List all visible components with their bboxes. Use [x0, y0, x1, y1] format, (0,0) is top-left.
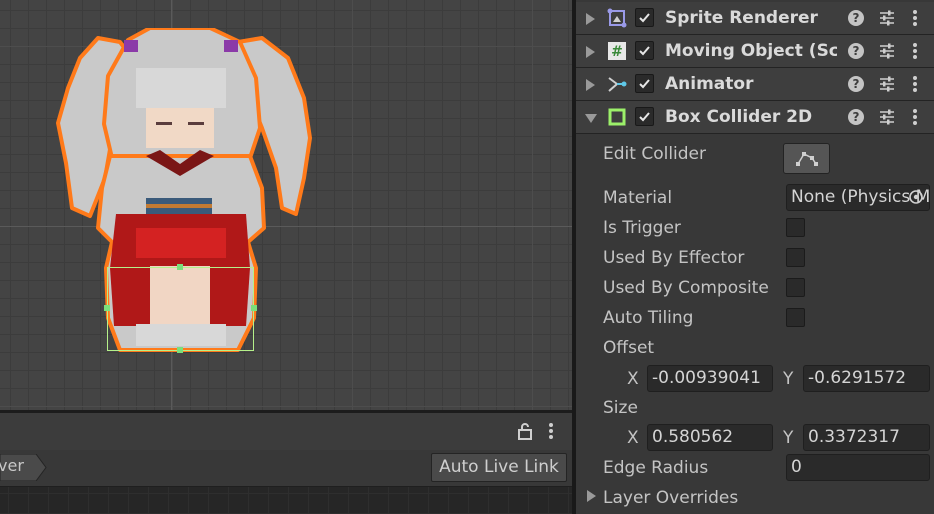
- component-title: Moving Object (Script): [665, 41, 837, 61]
- more-options-icon[interactable]: [910, 75, 920, 93]
- foldout-arrow-icon[interactable]: [585, 114, 597, 123]
- component-enabled-toggle[interactable]: [635, 41, 654, 60]
- more-options-icon[interactable]: [910, 9, 920, 27]
- size-y-field[interactable]: 0.3372317: [803, 424, 930, 451]
- used-by-composite-label: Used By Composite: [603, 278, 769, 298]
- component-header-sprite-renderer[interactable]: Sprite Renderer ?: [576, 2, 934, 35]
- offset-y-field[interactable]: -0.6291572: [803, 365, 930, 392]
- size-x-label[interactable]: X: [627, 428, 639, 448]
- component-title: Animator: [665, 74, 754, 94]
- material-label: Material: [603, 188, 673, 208]
- collider-handle-left[interactable]: [104, 305, 110, 311]
- presets-sliders-icon[interactable]: [878, 9, 896, 27]
- animator-panel: ver Auto Live Link: [0, 410, 572, 514]
- is-trigger-label: Is Trigger: [603, 218, 681, 238]
- layer-overrides-foldout-icon[interactable]: [587, 490, 596, 502]
- breadcrumb-layer-label[interactable]: ver: [0, 456, 24, 475]
- auto-tiling-checkbox[interactable]: [786, 308, 805, 327]
- collider-handle-bottom[interactable]: [177, 347, 183, 353]
- size-label: Size: [603, 398, 638, 418]
- inspector-panel: Sprite Renderer ? # Moving Object (Scrip…: [576, 0, 934, 514]
- size-x-field[interactable]: 0.580562: [647, 424, 773, 451]
- edit-collider-label: Edit Collider: [603, 144, 707, 164]
- presets-sliders-icon[interactable]: [878, 108, 896, 126]
- used-by-effector-checkbox[interactable]: [786, 248, 805, 267]
- collider-handle-top[interactable]: [177, 264, 183, 270]
- edit-collider-button[interactable]: [783, 143, 830, 174]
- animator-icon: [608, 77, 627, 92]
- foldout-arrow-icon[interactable]: [586, 46, 595, 58]
- layer-overrides-label[interactable]: Layer Overrides: [603, 488, 738, 508]
- component-title: Box Collider 2D: [665, 107, 813, 127]
- animator-toolbar: ver Auto Live Link: [0, 450, 572, 487]
- help-icon[interactable]: ?: [848, 76, 864, 92]
- help-icon[interactable]: ?: [848, 10, 864, 26]
- used-by-composite-checkbox[interactable]: [786, 278, 805, 297]
- lock-icon[interactable]: [517, 422, 533, 440]
- help-icon[interactable]: ?: [848, 109, 864, 125]
- component-enabled-toggle[interactable]: [635, 74, 654, 93]
- presets-sliders-icon[interactable]: [878, 75, 896, 93]
- scene-view[interactable]: [0, 0, 572, 410]
- offset-label: Offset: [603, 338, 655, 358]
- collider-handle-right[interactable]: [251, 305, 257, 311]
- auto-live-link-button[interactable]: Auto Live Link: [431, 453, 567, 482]
- presets-sliders-icon[interactable]: [878, 42, 896, 60]
- script-hash-icon: #: [608, 42, 626, 60]
- used-by-effector-label: Used By Effector: [603, 248, 745, 268]
- sprite-renderer-icon: [607, 8, 627, 28]
- offset-y-label[interactable]: Y: [783, 369, 793, 389]
- component-header-moving-object[interactable]: # Moving Object (Script) ?: [576, 35, 934, 68]
- more-options-icon[interactable]: [546, 422, 556, 440]
- component-enabled-toggle[interactable]: [635, 107, 654, 126]
- component-enabled-toggle[interactable]: [635, 8, 654, 27]
- more-options-icon[interactable]: [910, 42, 920, 60]
- svg-text:#: #: [611, 44, 623, 60]
- box-collider-gizmo[interactable]: [107, 267, 254, 351]
- offset-x-field[interactable]: -0.00939041: [647, 365, 773, 392]
- object-picker-icon[interactable]: [907, 188, 925, 206]
- edge-radius-label: Edge Radius: [603, 458, 709, 478]
- edge-radius-field[interactable]: 0: [786, 454, 930, 481]
- component-header-animator[interactable]: Animator ?: [576, 68, 934, 101]
- help-icon[interactable]: ?: [848, 43, 864, 59]
- foldout-arrow-icon[interactable]: [586, 13, 595, 25]
- animator-graph-area[interactable]: [0, 487, 572, 514]
- component-header-box-collider-2d[interactable]: Box Collider 2D ?: [576, 101, 934, 134]
- panel-tab-bar: [0, 413, 572, 450]
- foldout-arrow-icon[interactable]: [586, 79, 595, 91]
- is-trigger-checkbox[interactable]: [786, 218, 805, 237]
- auto-tiling-label: Auto Tiling: [603, 308, 694, 328]
- material-field[interactable]: None (Physics Material 2D): [786, 184, 930, 211]
- more-options-icon[interactable]: [910, 108, 920, 126]
- component-title: Sprite Renderer: [665, 8, 818, 28]
- offset-x-label[interactable]: X: [627, 369, 639, 389]
- edit-collider-icon: [796, 152, 818, 166]
- size-y-label[interactable]: Y: [783, 428, 793, 448]
- box-collider-icon: [608, 108, 626, 126]
